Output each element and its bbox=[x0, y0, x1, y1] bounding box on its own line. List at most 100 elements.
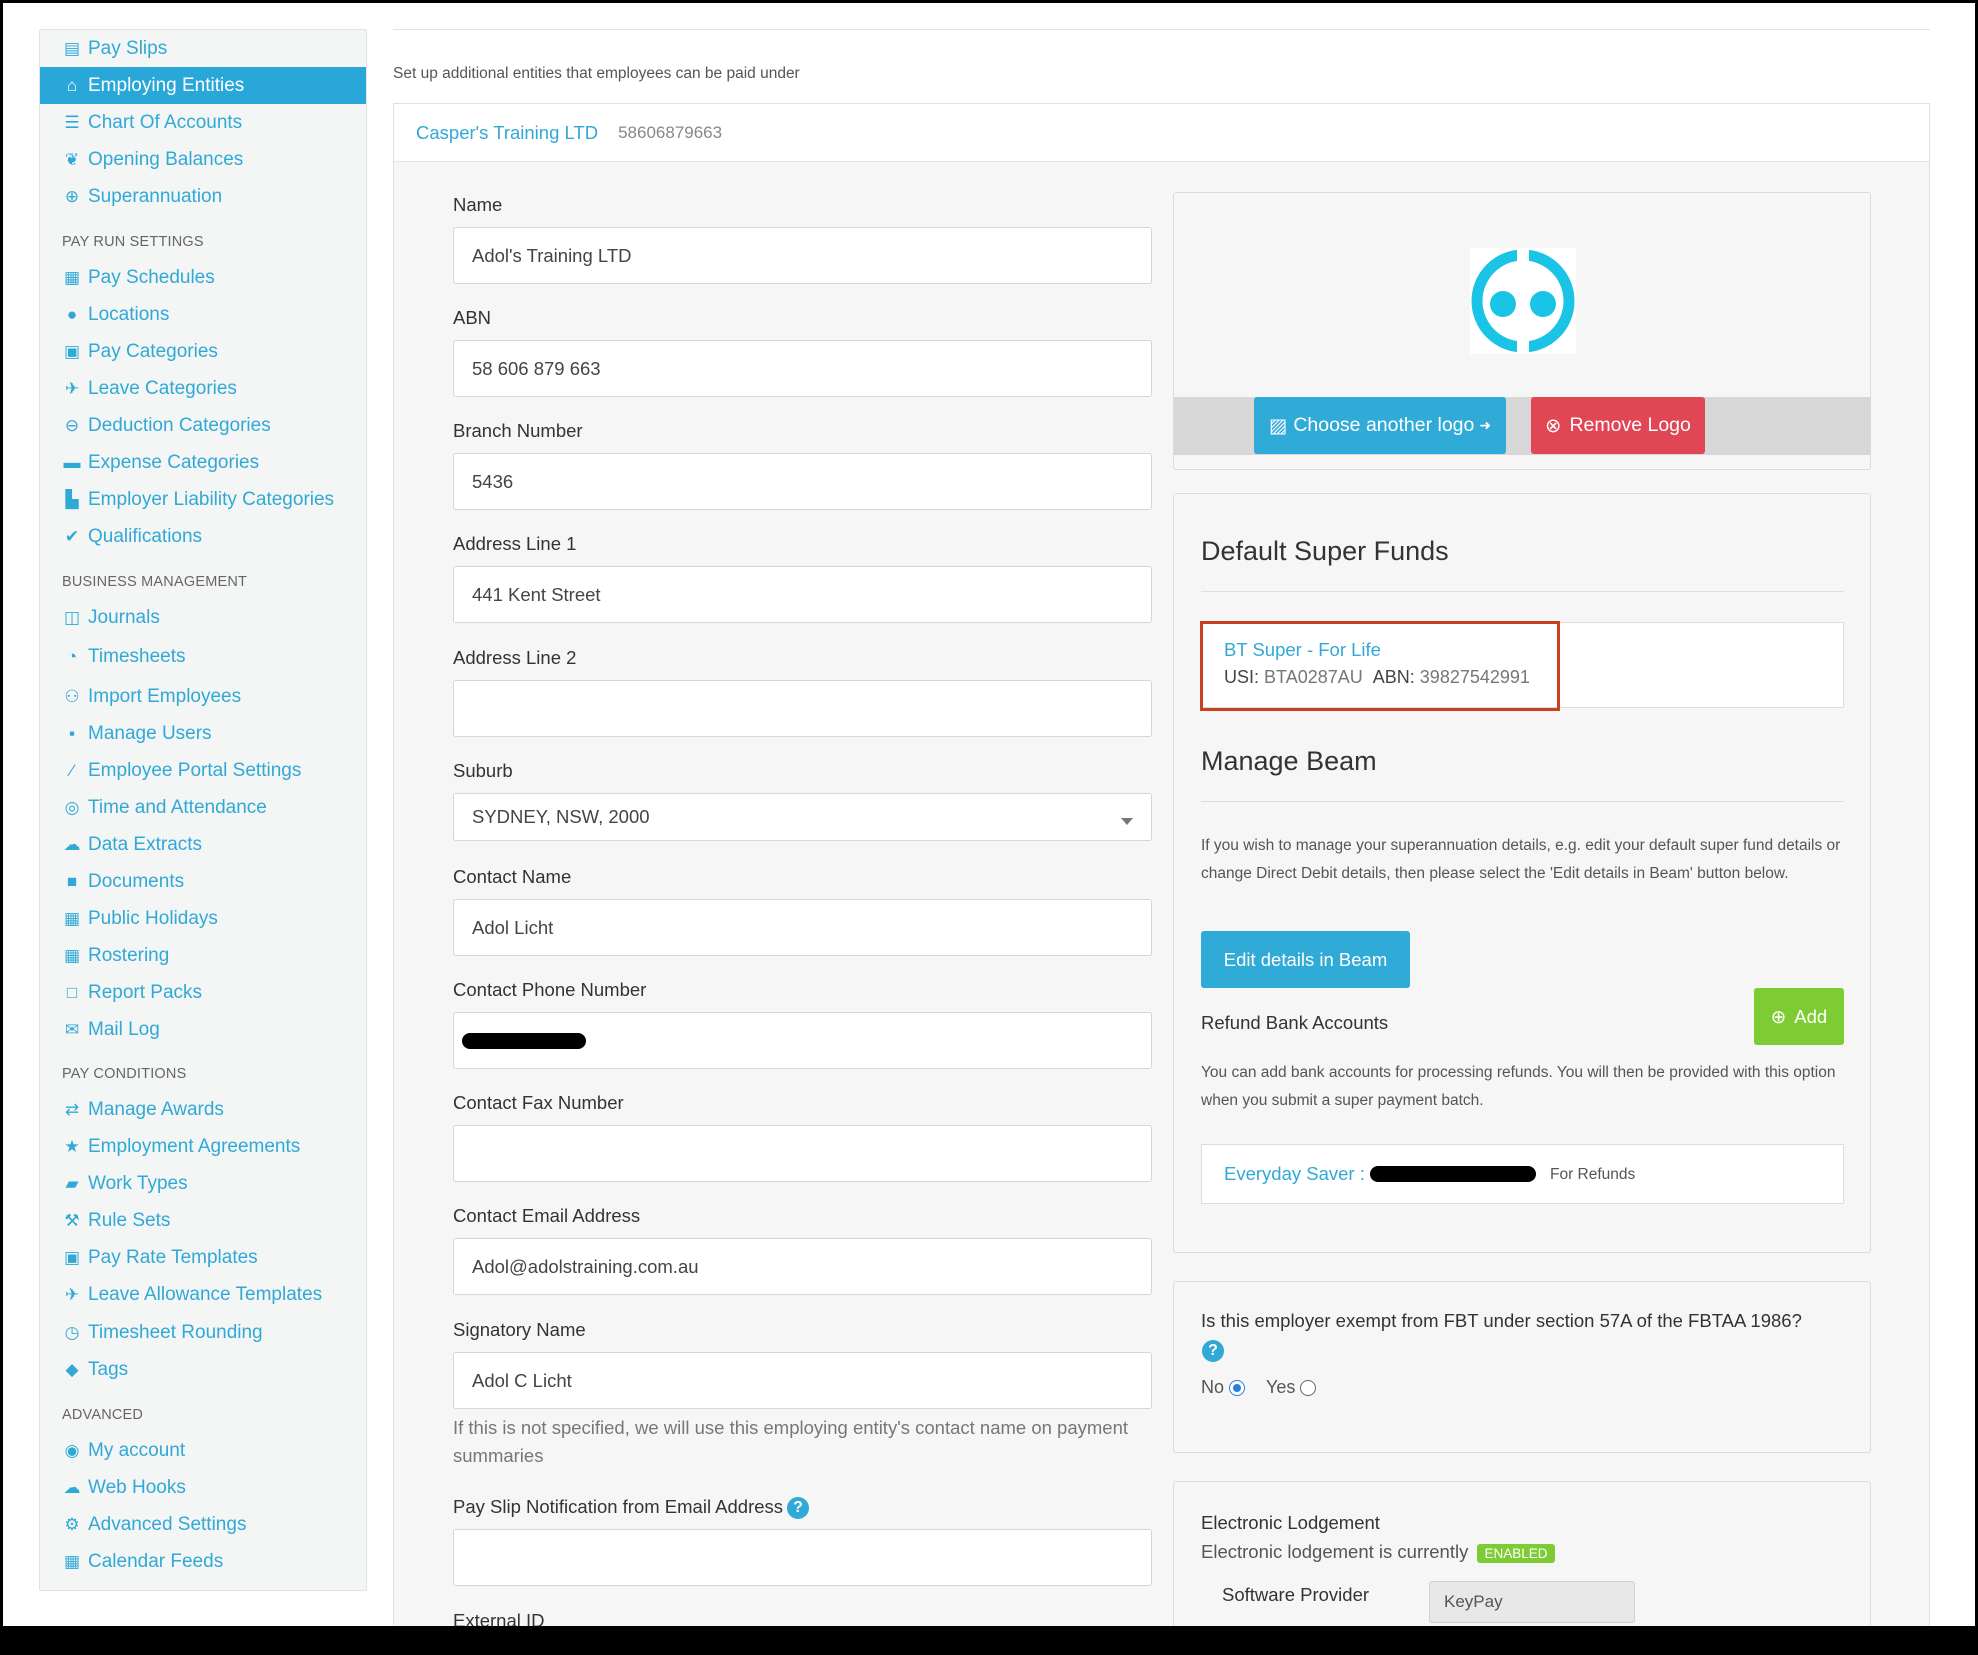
contact-fax-label: Contact Fax Number bbox=[453, 1092, 624, 1113]
sidebar-item-mail-log[interactable]: ✉ Mail Log bbox=[40, 1011, 366, 1048]
sidebar-item-timesheet-rounding[interactable]: ◷ Timesheet Rounding bbox=[40, 1314, 366, 1351]
sidebar-item-public-holidays[interactable]: ▦ Public Holidays bbox=[40, 900, 366, 937]
people-icon: ⚇ bbox=[64, 686, 80, 706]
sidebar-item-qualifications[interactable]: ✔ Qualifications bbox=[40, 518, 366, 555]
sidebar-item-opening-balances[interactable]: ❦ Opening Balances bbox=[40, 141, 366, 178]
branch-number-label: Branch Number bbox=[453, 420, 583, 441]
super-fund-name-link[interactable]: BT Super - For Life bbox=[1224, 639, 1381, 661]
sidebar-item-web-hooks[interactable]: ☁ Web Hooks bbox=[40, 1469, 366, 1506]
sidebar-item-pay-categories[interactable]: ▣ Pay Categories bbox=[40, 333, 366, 370]
sidebar-item-rostering[interactable]: ▦ Rostering bbox=[40, 937, 366, 974]
address-line-1-field[interactable]: 441 Kent Street bbox=[453, 566, 1152, 623]
tag-icon: ◆ bbox=[65, 1359, 79, 1379]
minus-circle-icon: ⊖ bbox=[64, 415, 80, 435]
plus-circle-icon: ⊕ bbox=[1770, 1005, 1787, 1027]
magic-wand-icon: ⁄ bbox=[70, 760, 74, 780]
address-line-1-label: Address Line 1 bbox=[453, 533, 577, 554]
fbt-exempt-box: Is this employer exempt from FBT under s… bbox=[1173, 1281, 1871, 1453]
electronic-lodgement-box: Electronic Lodgement Electronic lodgemen… bbox=[1173, 1481, 1871, 1626]
contact-phone-label: Contact Phone Number bbox=[453, 979, 647, 1000]
sidebar-item-employee-portal-settings[interactable]: ⁄ Employee Portal Settings bbox=[40, 752, 366, 789]
sidebar-item-rule-sets[interactable]: ⚒ Rule Sets bbox=[40, 1202, 366, 1239]
software-provider-field: KeyPay bbox=[1429, 1581, 1635, 1623]
abn-label: ABN bbox=[453, 307, 492, 328]
remove-logo-button[interactable]: ⊗ Remove Logo bbox=[1531, 397, 1705, 454]
sidebar-item-time-and-attendance[interactable]: ◎ Time and Attendance bbox=[40, 789, 366, 826]
sidebar-item-data-extracts[interactable]: ☁ Data Extracts bbox=[40, 826, 366, 863]
sidebar-item-pay-rate-templates[interactable]: ▣ Pay Rate Templates bbox=[40, 1239, 366, 1276]
abn-field[interactable]: 58 606 879 663 bbox=[453, 340, 1152, 397]
help-icon[interactable]: ? bbox=[787, 1497, 810, 1520]
manage-beam-heading: Manage Beam bbox=[1201, 746, 1377, 776]
company-logo bbox=[1470, 248, 1576, 354]
sidebar-item-employing-entities[interactable]: ⌂ Employing Entities bbox=[40, 67, 366, 104]
cloud-download-icon: ☁ bbox=[63, 834, 81, 854]
sidebar-item-tags[interactable]: ◆ Tags bbox=[40, 1351, 366, 1388]
sidebar-item-journals[interactable]: ◫ Journals bbox=[40, 599, 366, 636]
sidebar-item-work-types[interactable]: ▰ Work Types bbox=[40, 1165, 366, 1202]
list-icon: ☰ bbox=[64, 112, 80, 132]
chevron-down-icon bbox=[1121, 818, 1133, 825]
pay-run-settings-heading: PAY RUN SETTINGS bbox=[62, 234, 204, 250]
sidebar-item-documents[interactable]: ■ Documents bbox=[40, 863, 366, 900]
sidebar-item-chart-of-accounts[interactable]: ☰ Chart Of Accounts bbox=[40, 104, 366, 141]
sidebar-item-advanced-settings[interactable]: ⚙ Advanced Settings bbox=[40, 1506, 366, 1543]
refund-bank-accounts-heading: Refund Bank Accounts bbox=[1201, 1012, 1389, 1033]
contact-name-label: Contact Name bbox=[453, 866, 572, 887]
star-icon: ★ bbox=[64, 1136, 80, 1156]
edit-details-in-beam-button[interactable]: Edit details in Beam bbox=[1201, 931, 1410, 988]
payslip-email-field[interactable] bbox=[453, 1529, 1152, 1586]
logo-area bbox=[1174, 193, 1870, 397]
sidebar-item-superannuation[interactable]: ⊕ Superannuation bbox=[40, 178, 366, 215]
branch-number-field[interactable]: 5436 bbox=[453, 453, 1152, 510]
sidebar-item-pay-schedules[interactable]: ▦ Pay Schedules bbox=[40, 259, 366, 296]
help-icon[interactable]: ? bbox=[1202, 1340, 1224, 1362]
sidebar-item-leave-categories[interactable]: ✈ Leave Categories bbox=[40, 370, 366, 407]
contact-name-field[interactable]: Adol Licht bbox=[453, 899, 1152, 956]
plane-icon: ✈ bbox=[64, 378, 80, 398]
contact-email-label: Contact Email Address bbox=[453, 1205, 641, 1226]
sidebar-item-timesheets[interactable]: ◔ Timesheets bbox=[40, 638, 366, 675]
sidebar-item-expense-categories[interactable]: ▬ Expense Categories bbox=[40, 444, 366, 481]
signatory-help-text: If this is not specified, we will use th… bbox=[453, 1417, 1128, 1466]
signatory-name-field[interactable]: Adol C Licht bbox=[453, 1352, 1152, 1409]
fbt-no-radio[interactable] bbox=[1229, 1380, 1246, 1397]
entity-abn: 58606879663 bbox=[618, 122, 723, 142]
money-icon: ▣ bbox=[63, 341, 81, 361]
suburb-label: Suburb bbox=[453, 760, 513, 781]
file-icon: ▤ bbox=[63, 38, 81, 58]
fbt-yes-radio[interactable] bbox=[1300, 1380, 1317, 1397]
sidebar-item-calendar-feeds[interactable]: ▦ Calendar Feeds bbox=[40, 1543, 366, 1580]
payslip-email-label: Pay Slip Notification from Email Address bbox=[453, 1496, 784, 1517]
sidebar-item-leave-allowance-templates[interactable]: ✈ Leave Allowance Templates bbox=[40, 1276, 366, 1313]
folder-icon: ■ bbox=[66, 871, 78, 891]
sidebar-item-manage-awards[interactable]: ⇄ Manage Awards bbox=[40, 1091, 366, 1128]
sidebar-item-employment-agreements[interactable]: ★ Employment Agreements bbox=[40, 1128, 366, 1165]
sidebar-item-deduction-categories[interactable]: ⊖ Deduction Categories bbox=[40, 407, 366, 444]
sidebar-item-import-employees[interactable]: ⚇ Import Employees bbox=[40, 678, 366, 715]
clock-icon: ◔ bbox=[66, 646, 78, 666]
contact-fax-field[interactable] bbox=[453, 1125, 1152, 1182]
sidebar-item-report-packs[interactable]: □ Report Packs bbox=[40, 974, 366, 1011]
super-fund-ids: USI: BTA0287AU ABN: 39827542991 bbox=[1224, 667, 1530, 687]
contact-phone-field[interactable] bbox=[453, 1012, 1152, 1069]
sidebar-item-pay-slips[interactable]: ▤ Pay Slips bbox=[40, 30, 366, 67]
sidebar-item-my-account[interactable]: ◉ My account bbox=[40, 1432, 366, 1469]
logo-button-bar: ▨ Choose another logo ➜ ⊗ Remove Logo bbox=[1174, 397, 1870, 455]
choose-logo-button[interactable]: ▨ Choose another logo ➜ bbox=[1254, 397, 1506, 454]
address-line-2-label: Address Line 2 bbox=[453, 647, 577, 668]
sidebar-item-locations[interactable]: ● Locations bbox=[40, 296, 366, 333]
sidebar-item-manage-users[interactable]: ▪ Manage Users bbox=[40, 715, 366, 752]
name-field[interactable]: Adol's Training LTD bbox=[453, 227, 1152, 284]
redacted-phone bbox=[462, 1033, 586, 1049]
suburb-select[interactable]: SYDNEY, NSW, 2000 bbox=[453, 793, 1152, 841]
fbt-question: Is this employer exempt from FBT under s… bbox=[1201, 1310, 1802, 1331]
pay-conditions-heading: PAY CONDITIONS bbox=[62, 1066, 187, 1082]
entity-name-link[interactable]: Casper's Training LTD bbox=[416, 122, 598, 144]
add-bank-account-button[interactable]: ⊕ Add bbox=[1754, 988, 1844, 1045]
refund-account-link[interactable]: Everyday Saver : bbox=[1224, 1163, 1365, 1185]
contact-email-field[interactable]: Adol@adolstraining.com.au bbox=[453, 1238, 1152, 1295]
address-line-2-field[interactable] bbox=[453, 680, 1152, 737]
lodgement-status: Electronic lodgement is currently ENABLE… bbox=[1201, 1541, 1555, 1563]
sidebar-item-employer-liability-categories[interactable]: ▙ Employer Liability Categories bbox=[40, 481, 366, 518]
